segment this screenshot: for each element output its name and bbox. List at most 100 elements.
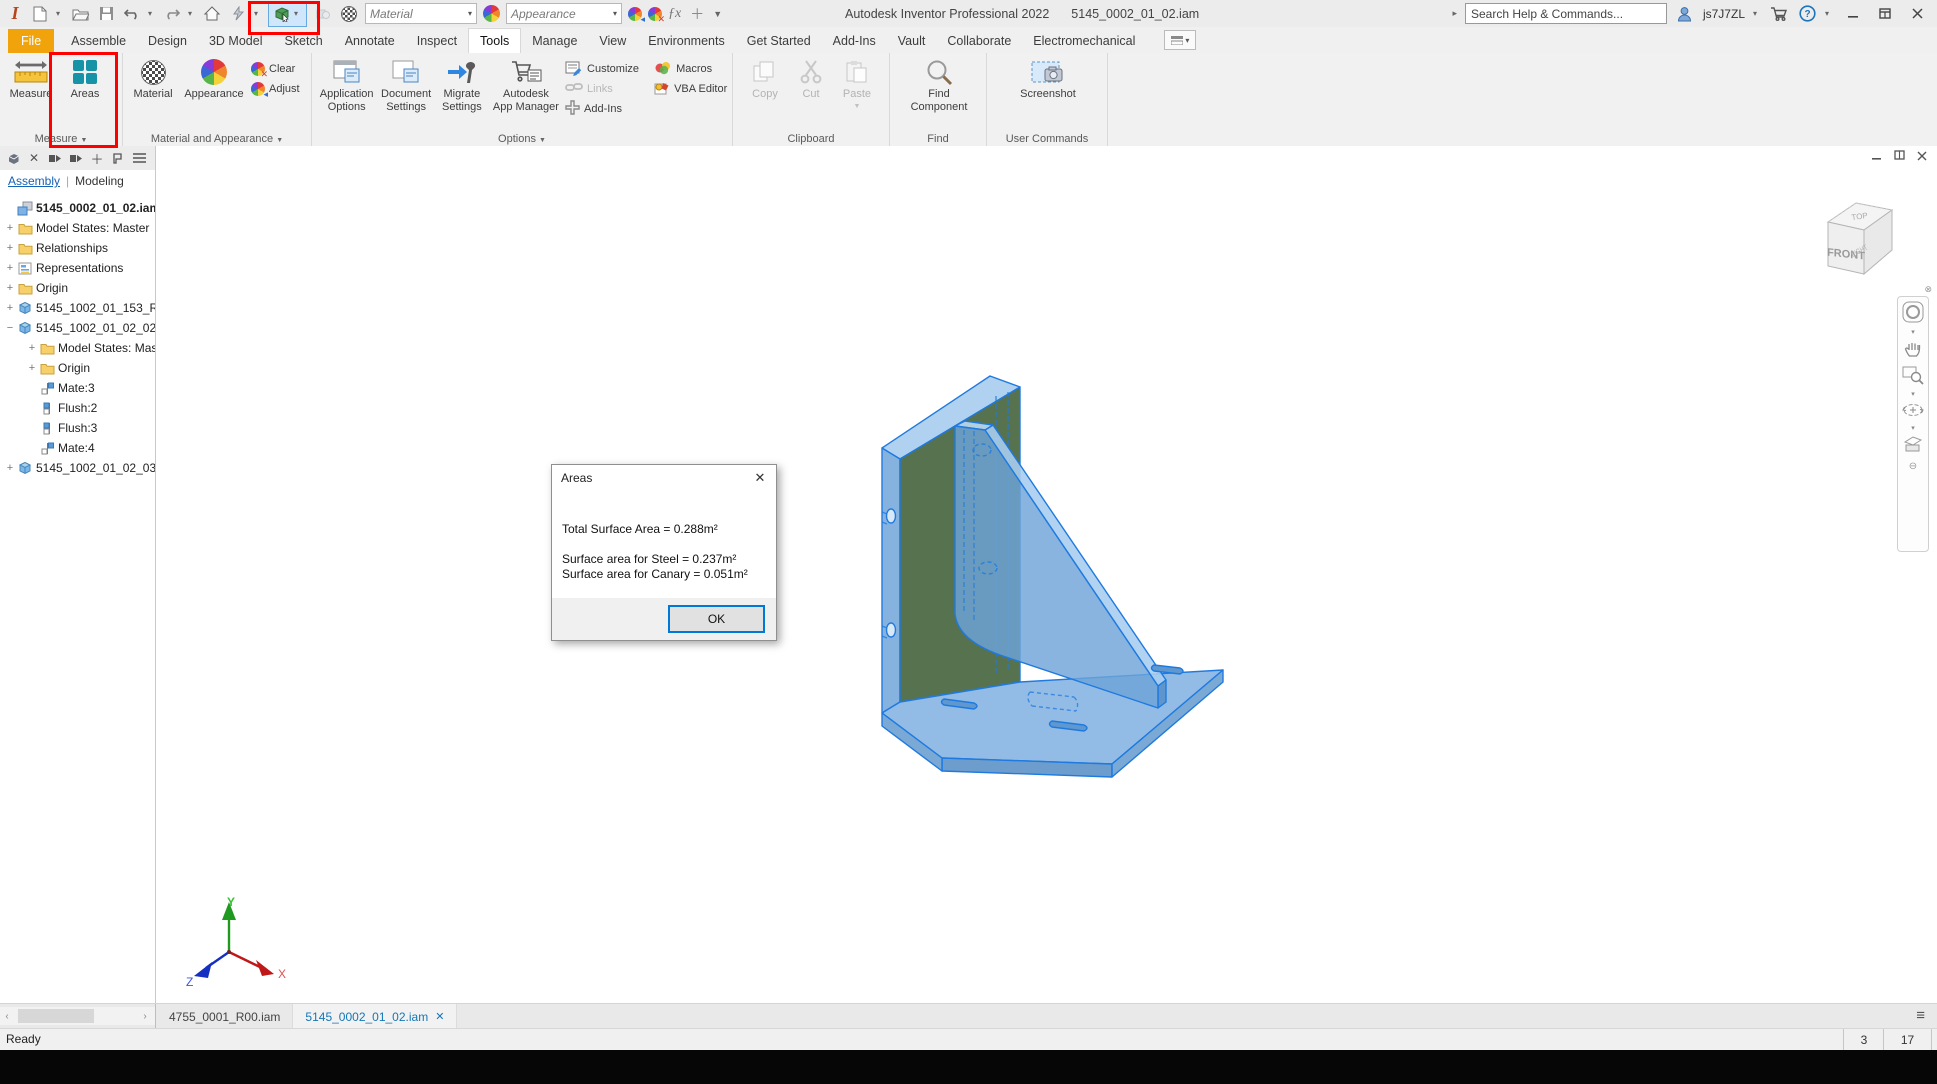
- tree-item[interactable]: +5145_1002_01_02_03:: [0, 458, 155, 478]
- ribbon-tab-assemble[interactable]: Assemble: [60, 29, 137, 53]
- help-icon[interactable]: ?: [1797, 4, 1817, 24]
- username[interactable]: js7J7ZL: [1703, 7, 1745, 21]
- navbar-collapse-icon[interactable]: ⊖: [1909, 461, 1917, 472]
- undo-dropdown-icon[interactable]: ▾: [148, 9, 156, 18]
- tab-list-menu-icon[interactable]: ≡: [1916, 1008, 1925, 1024]
- ok-button[interactable]: OK: [668, 605, 765, 633]
- macros-button[interactable]: Macros: [654, 61, 728, 77]
- document-tab-4755-0001-r00-iam[interactable]: 4755_0001_R00.iam: [157, 1004, 293, 1029]
- browser-horizontal-scrollbar[interactable]: ‹ ›: [0, 1007, 155, 1025]
- ribbon-tab-design[interactable]: Design: [137, 29, 198, 53]
- add-ins-button[interactable]: Add-Ins: [565, 101, 650, 117]
- minimize-button[interactable]: [1841, 4, 1865, 24]
- panel-label-material-appearance[interactable]: Material and Appearance ▼: [123, 133, 311, 145]
- inventor-logo-icon[interactable]: I: [6, 3, 24, 24]
- tree-item[interactable]: −5145_1002_01_02_02:: [0, 318, 155, 338]
- document-tab-close-icon[interactable]: ✕: [435, 1010, 444, 1023]
- areas-dialog-close-icon[interactable]: ✕: [745, 466, 775, 489]
- tree-expander-icon[interactable]: +: [26, 362, 38, 374]
- appearance-wheel-icon[interactable]: [483, 5, 500, 22]
- scroll-left-icon[interactable]: ‹: [0, 1011, 14, 1022]
- undo-icon[interactable]: [122, 4, 142, 24]
- scroll-right-icon[interactable]: ›: [138, 1011, 152, 1022]
- add-qat-command-icon[interactable]: ＋: [687, 4, 707, 24]
- orbit-dropdown-icon[interactable]: ▾: [1911, 425, 1915, 432]
- tree-item[interactable]: +Model States: Master: [0, 218, 155, 238]
- adjust-button[interactable]: ◂Adjust: [251, 81, 300, 97]
- look-at-icon[interactable]: [1902, 435, 1924, 456]
- copy-button[interactable]: Copy: [743, 57, 787, 100]
- links-button[interactable]: Links: [565, 81, 650, 97]
- search-input[interactable]: Search Help & Commands...: [1465, 3, 1667, 24]
- ribbon-tab-view[interactable]: View: [588, 29, 637, 53]
- panel-label-options[interactable]: Options ▼: [312, 133, 732, 145]
- tree-item[interactable]: +Model States: Master: [0, 338, 155, 358]
- new-file-icon[interactable]: [30, 4, 50, 24]
- redo-icon[interactable]: [162, 4, 182, 24]
- qat-customize-dropdown-icon[interactable]: ▼: [713, 9, 721, 19]
- doc-close-icon[interactable]: [1917, 150, 1927, 164]
- new-file-dropdown-icon[interactable]: ▾: [56, 9, 64, 18]
- ribbon-tab-add-ins[interactable]: Add-Ins: [822, 29, 887, 53]
- iproperties-icon[interactable]: [228, 4, 248, 24]
- save-icon[interactable]: [96, 4, 116, 24]
- open-folder-icon[interactable]: [70, 4, 90, 24]
- browser-filter-forward-icon[interactable]: [48, 151, 62, 165]
- redo-dropdown-icon[interactable]: ▾: [188, 9, 196, 18]
- ribbon-tab-file[interactable]: File: [8, 29, 54, 53]
- copy-appearance-icon[interactable]: ◂: [628, 7, 642, 21]
- browser-pin-icon[interactable]: [111, 151, 125, 165]
- tree-item[interactable]: +Relationships: [0, 238, 155, 258]
- tree-expander-icon[interactable]: +: [26, 342, 38, 354]
- browser-filter-back-icon[interactable]: [69, 151, 83, 165]
- clear-button[interactable]: ✕Clear: [251, 61, 300, 77]
- browser-box-icon[interactable]: [6, 151, 20, 165]
- doc-restore-icon[interactable]: [1894, 150, 1905, 164]
- ribbon-tab-inspect[interactable]: Inspect: [406, 29, 468, 53]
- ribbon-tab-tools[interactable]: Tools: [468, 28, 521, 53]
- ribbon-tab-annotate[interactable]: Annotate: [334, 29, 406, 53]
- ribbon-tab-vault[interactable]: Vault: [887, 29, 937, 53]
- tree-expander-icon[interactable]: +: [4, 262, 16, 274]
- material-combo[interactable]: Material▾: [365, 3, 477, 24]
- navbar-dropdown-icon[interactable]: ▾: [1911, 329, 1915, 336]
- paste-button[interactable]: Paste ▼: [835, 57, 879, 113]
- screenshot-button[interactable]: Screenshot: [1008, 57, 1088, 100]
- ribbon-tab-electromechanical[interactable]: Electromechanical: [1022, 29, 1146, 53]
- restore-button[interactable]: [1873, 4, 1897, 24]
- zoom-dropdown-icon[interactable]: ▾: [1911, 391, 1915, 398]
- customize-button[interactable]: Customize: [565, 61, 650, 77]
- cut-button[interactable]: Cut: [791, 57, 831, 100]
- tree-expander-icon[interactable]: +: [4, 462, 16, 474]
- tree-expander-icon[interactable]: +: [4, 282, 16, 294]
- clear-appearance-icon[interactable]: ✕: [648, 7, 662, 21]
- tree-expander-icon[interactable]: +: [4, 242, 16, 254]
- vba-editor-button[interactable]: VBA Editor: [654, 81, 728, 97]
- home-icon[interactable]: [202, 4, 222, 24]
- ribbon-tab-collaborate[interactable]: Collaborate: [936, 29, 1022, 53]
- tree-expander-icon[interactable]: +: [4, 222, 16, 234]
- parameters-fx-icon[interactable]: ƒx: [668, 6, 681, 22]
- migrate-settings-button[interactable]: Migrate Settings: [437, 57, 487, 113]
- tree-item[interactable]: Mate:3: [0, 378, 155, 398]
- graphics-viewport[interactable]: TOP FRONT RIGHT ⊗ ▾ ▾ ▾ ⊖: [156, 146, 1937, 1003]
- ribbon-tab-manage[interactable]: Manage: [521, 29, 588, 53]
- search-expand-icon[interactable]: ▸: [1452, 8, 1457, 19]
- tree-item[interactable]: Flush:2: [0, 398, 155, 418]
- tree-expander-icon[interactable]: +: [4, 302, 16, 314]
- document-settings-button[interactable]: Document Settings: [379, 57, 433, 113]
- orbit-icon[interactable]: [1902, 401, 1924, 422]
- browser-tab-modeling[interactable]: Modeling: [75, 174, 124, 188]
- help-dropdown-icon[interactable]: ▾: [1825, 9, 1833, 18]
- browser-add-icon[interactable]: ＋: [90, 151, 104, 165]
- material-sphere-icon[interactable]: [339, 4, 359, 24]
- material-button[interactable]: Material: [129, 57, 177, 100]
- pan-hand-icon[interactable]: [1903, 339, 1923, 362]
- browser-tab-assembly[interactable]: Assembly: [8, 174, 60, 188]
- 3d-model-bracket[interactable]: [860, 350, 1260, 790]
- tree-item[interactable]: +5145_1002_01_153_R0: [0, 298, 155, 318]
- tree-item[interactable]: Mate:4: [0, 438, 155, 458]
- browser-menu-icon[interactable]: [132, 151, 146, 165]
- ribbon-tab-get-started[interactable]: Get Started: [736, 29, 822, 53]
- application-options-button[interactable]: Application Options: [318, 57, 375, 113]
